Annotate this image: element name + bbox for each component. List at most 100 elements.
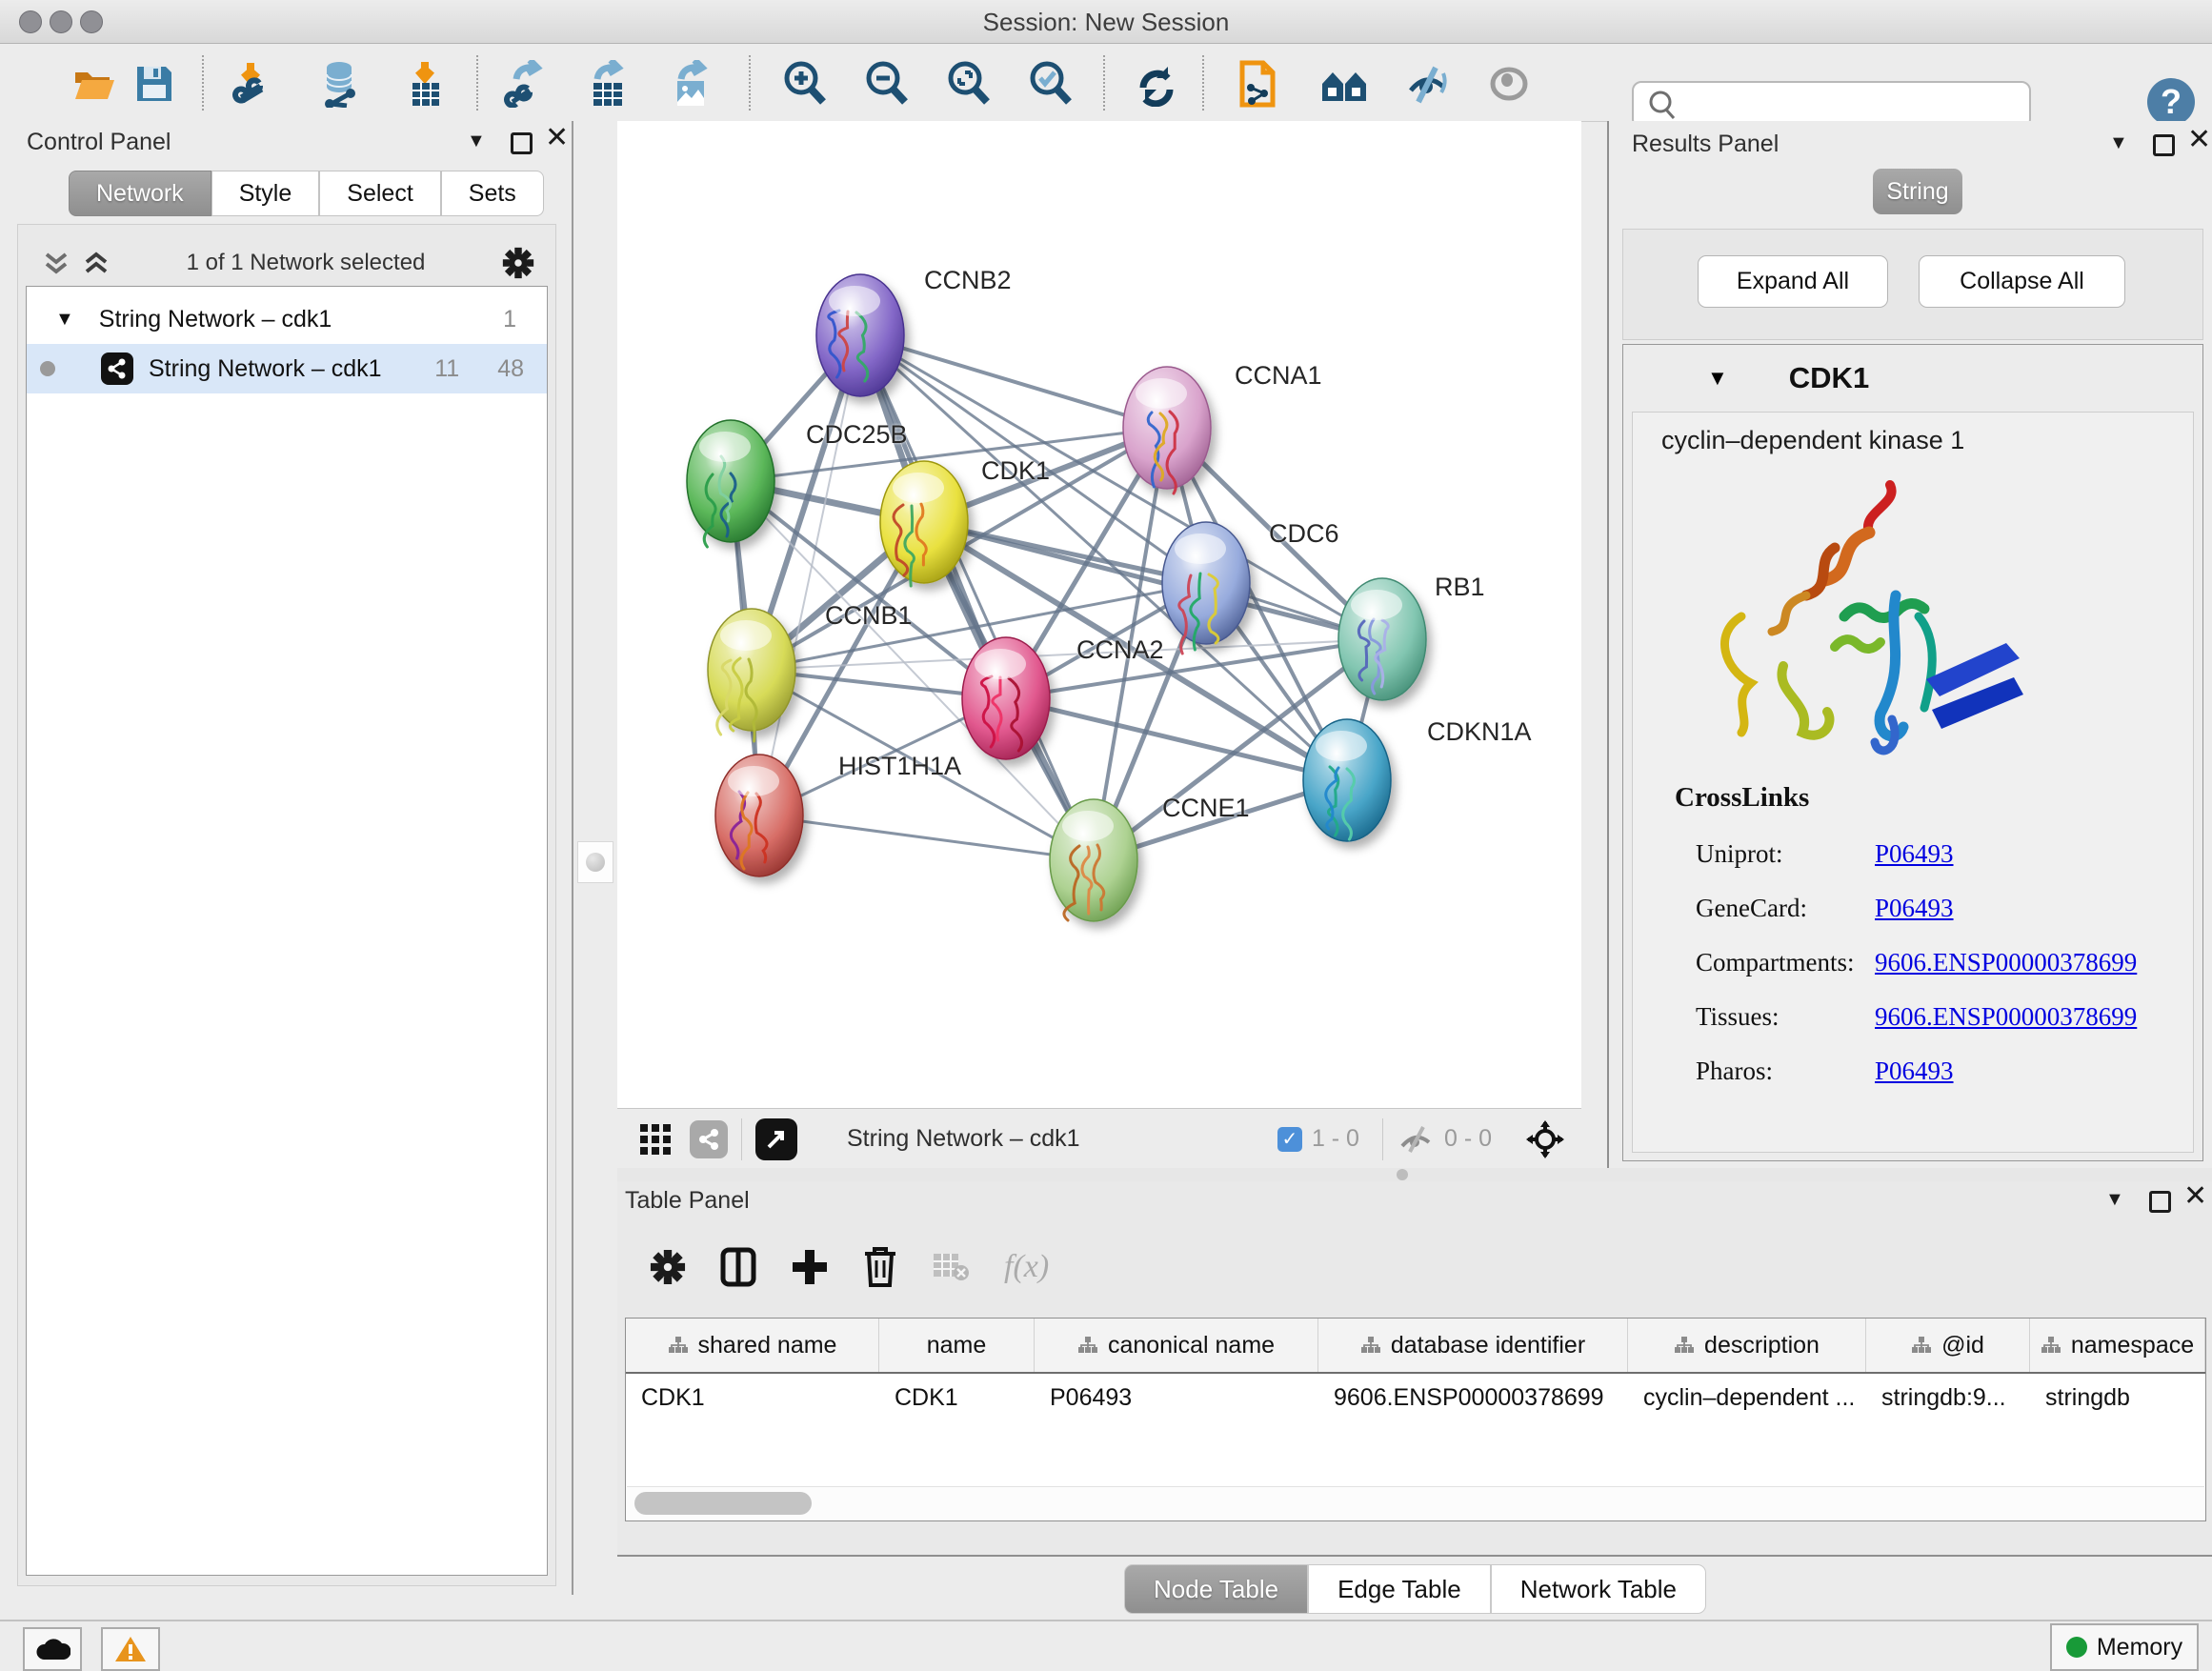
column-header-sharedname[interactable]: shared name	[626, 1319, 879, 1372]
tab-string[interactable]: String	[1873, 169, 1962, 214]
collapse-all-button[interactable]: Collapse All	[1919, 255, 2125, 308]
table-cell[interactable]: P06493	[1035, 1374, 1318, 1421]
edge-CCNB2-HIST1H1A[interactable]	[759, 335, 860, 815]
show-column-icon[interactable]	[720, 1247, 756, 1287]
import-network-from-database-icon[interactable]	[312, 57, 366, 111]
gene-section-expander-icon[interactable]: ▼	[1707, 366, 1728, 391]
delete-column-icon[interactable]	[863, 1246, 897, 1288]
panel-close-icon[interactable]: ✕	[2183, 1187, 2207, 1206]
network-collection-row[interactable]: ▼ String Network – cdk1 1	[27, 294, 547, 344]
tab-network-table[interactable]: Network Table	[1491, 1564, 1706, 1614]
node-CDC25B[interactable]	[687, 420, 774, 547]
table-cell[interactable]: 9606.ENSP00000378699	[1318, 1374, 1628, 1421]
edge-CCNB2-CCNE1[interactable]	[860, 335, 1094, 860]
expand-all-networks-icon[interactable]	[83, 249, 110, 277]
node-RB1[interactable]	[1338, 578, 1426, 700]
table-cell[interactable]: cyclin–dependent ...	[1628, 1374, 1866, 1421]
save-session-icon[interactable]	[128, 57, 181, 111]
table-settings-gear-icon[interactable]	[650, 1249, 686, 1285]
birdseye-view-icon[interactable]	[638, 1122, 673, 1157]
node-HIST1H1A[interactable]	[715, 755, 803, 876]
tab-select[interactable]: Select	[319, 171, 440, 216]
crosslink-link[interactable]: 9606.ENSP00000378699	[1875, 1002, 2137, 1032]
function-builder-icon[interactable]: f(x)	[1004, 1249, 1049, 1285]
cloud-status-icon[interactable]	[23, 1627, 82, 1671]
tab-sets[interactable]: Sets	[441, 171, 544, 216]
show-all-icon[interactable]	[1482, 57, 1536, 111]
crosslink-link[interactable]: 9606.ENSP00000378699	[1875, 948, 2137, 977]
zoom-fit-icon[interactable]	[941, 57, 995, 111]
hide-selection-icon[interactable]	[1400, 57, 1454, 111]
network-graph[interactable]	[617, 121, 1581, 1108]
export-table-icon[interactable]	[581, 57, 634, 111]
first-neighbors-icon[interactable]	[1318, 57, 1372, 111]
crosslink-link[interactable]: P06493	[1875, 894, 1954, 923]
collapse-all-networks-icon[interactable]	[43, 249, 70, 277]
panel-close-icon[interactable]: ✕	[2187, 131, 2211, 150]
export-image-icon[interactable]	[665, 57, 718, 111]
node-CDKN1A[interactable]	[1303, 719, 1391, 841]
node-CCNA1[interactable]	[1123, 367, 1211, 493]
network-row[interactable]: String Network – cdk1 11 48	[27, 344, 547, 393]
table-horizontal-scrollbar[interactable]	[627, 1486, 2204, 1520]
left-splitter[interactable]	[573, 121, 617, 1595]
node-CCNA2[interactable]	[962, 637, 1050, 759]
table-cell[interactable]: CDK1	[626, 1374, 879, 1421]
left-splitter-handle[interactable]	[577, 841, 613, 883]
help-icon[interactable]: ?	[2147, 78, 2195, 126]
table-cell[interactable]: stringdb	[2030, 1374, 2205, 1421]
zoom-out-icon[interactable]	[859, 57, 913, 111]
new-network-from-selection-icon[interactable]	[1231, 57, 1284, 111]
import-table-from-file-icon[interactable]	[398, 57, 452, 111]
column-header-canonicalname[interactable]: canonical name	[1035, 1319, 1318, 1372]
column-header-name[interactable]: name	[879, 1319, 1035, 1372]
scrollbar-thumb[interactable]	[634, 1492, 812, 1515]
network-canvas[interactable]: CCNB2CCNA1CDC25BCDK1CDC6RB1CCNB1CCNA2CDK…	[617, 121, 1581, 1108]
tab-network[interactable]: Network	[69, 171, 211, 216]
crosslink-link[interactable]: P06493	[1875, 839, 1954, 869]
network-options-gear-icon[interactable]	[502, 247, 534, 279]
column-header-id[interactable]: @id	[1866, 1319, 2030, 1372]
export-network-icon[interactable]	[499, 57, 553, 111]
panel-float-icon[interactable]	[2153, 134, 2175, 156]
column-header-description[interactable]: description	[1628, 1319, 1866, 1372]
table-row[interactable]: CDK1CDK1P064939606.ENSP00000378699cyclin…	[626, 1374, 2205, 1421]
horizontal-splitter-handle[interactable]	[1397, 1169, 1408, 1180]
create-column-icon[interactable]	[791, 1248, 829, 1286]
node-CDC6[interactable]	[1162, 522, 1250, 654]
expand-all-button[interactable]: Expand All	[1698, 255, 1888, 308]
delete-table-icon[interactable]	[932, 1252, 970, 1282]
panel-float-icon[interactable]	[2149, 1191, 2171, 1213]
memory-button[interactable]: Memory	[2050, 1623, 2199, 1671]
search-input[interactable]	[1687, 85, 2029, 125]
apply-layout-icon[interactable]	[1130, 57, 1183, 111]
column-header-namespace[interactable]: namespace	[2030, 1319, 2205, 1372]
import-network-from-file-icon[interactable]	[227, 57, 280, 111]
selected-indicator-checkbox[interactable]: ✓	[1277, 1127, 1302, 1152]
node-CCNE1[interactable]	[1050, 799, 1137, 921]
panel-close-icon[interactable]: ✕	[545, 129, 569, 148]
tab-edge-table[interactable]: Edge Table	[1308, 1564, 1491, 1614]
edge-HIST1H1A-CCNE1[interactable]	[759, 815, 1094, 860]
edge-CCNB2-CCNA1[interactable]	[860, 335, 1167, 428]
warning-status-icon[interactable]	[101, 1627, 160, 1671]
open-session-icon[interactable]	[69, 57, 122, 111]
detach-view-icon[interactable]	[755, 1118, 797, 1160]
zoom-selected-icon[interactable]	[1023, 57, 1076, 111]
network-overview-icon[interactable]	[690, 1120, 728, 1158]
column-header-databaseidentifier[interactable]: database identifier	[1318, 1319, 1628, 1372]
table-cell[interactable]: stringdb:9...	[1866, 1374, 2030, 1421]
node-CCNB2[interactable]	[816, 274, 904, 396]
panel-menu-icon[interactable]: ▼	[2105, 1189, 2124, 1211]
horizontal-splitter[interactable]	[617, 1168, 2212, 1181]
collection-expander-icon[interactable]: ▼	[55, 309, 74, 331]
zoom-in-icon[interactable]	[777, 57, 831, 111]
panel-float-icon[interactable]	[511, 132, 533, 154]
panel-menu-icon[interactable]: ▼	[2109, 132, 2128, 154]
node-CCNB1[interactable]	[708, 609, 795, 741]
crosslink-link[interactable]: P06493	[1875, 1057, 1954, 1086]
fit-selected-icon[interactable]	[1526, 1120, 1564, 1158]
panel-menu-icon[interactable]: ▼	[467, 131, 486, 152]
tab-node-table[interactable]: Node Table	[1124, 1564, 1308, 1614]
table-cell[interactable]: CDK1	[879, 1374, 1035, 1421]
